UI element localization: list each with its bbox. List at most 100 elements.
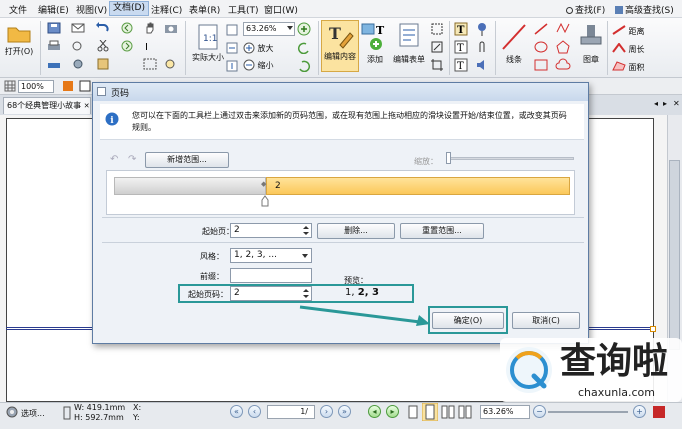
fit-page-icon[interactable] (226, 24, 238, 36)
range-redo-icon[interactable]: ↷ (128, 154, 136, 165)
menu-comment[interactable]: 注释(C) (151, 3, 182, 16)
zoom-in-plus-icon[interactable] (297, 22, 311, 36)
continuous-page-icon[interactable] (422, 403, 438, 421)
find-button[interactable]: 查找(F) (566, 3, 605, 16)
fit-visible-icon[interactable] (226, 60, 238, 72)
cloud-icon[interactable] (555, 58, 571, 72)
forward-icon[interactable] (120, 40, 134, 52)
edit-content-button[interactable]: T 编辑内容 (321, 20, 359, 72)
rectangle-icon[interactable] (533, 58, 549, 72)
tab-close-icon[interactable]: ✕ (673, 99, 680, 108)
scale-slider-track[interactable] (446, 157, 574, 160)
attach-icon[interactable] (475, 40, 489, 54)
menu-window[interactable]: 窗口(W) (264, 3, 298, 16)
scan-icon[interactable] (47, 58, 61, 70)
distance-button[interactable]: 距离 (612, 25, 645, 37)
find-doc-icon[interactable] (71, 40, 85, 52)
settings-icon[interactable] (71, 58, 85, 70)
spin-down-icon[interactable] (303, 295, 309, 298)
spin-down-icon[interactable] (303, 232, 309, 235)
line-color-icon[interactable] (79, 80, 91, 92)
zoom-out-button[interactable]: 缩小 (243, 59, 274, 71)
lines-button[interactable]: 线条 (499, 22, 529, 65)
selection-handle[interactable] (650, 326, 656, 332)
cancel-button[interactable]: 取消(C) (512, 312, 580, 329)
zoom-in-circle-icon[interactable]: + (633, 405, 646, 418)
delete-button[interactable]: 删除... (317, 223, 395, 239)
paste-icon[interactable] (96, 58, 110, 70)
crop-icon[interactable] (430, 58, 444, 72)
pin-icon[interactable] (475, 22, 489, 36)
textbox-icon[interactable]: T (454, 40, 468, 54)
range-slider-handle-icon[interactable] (261, 195, 269, 207)
new-range-button[interactable]: 新增范围... (145, 152, 229, 168)
polygon-icon[interactable] (555, 40, 571, 54)
callout-icon[interactable]: T (454, 58, 468, 72)
options-button[interactable]: 选项... (21, 408, 45, 419)
stamp-button[interactable]: 图章 (576, 22, 606, 65)
rotate-right-icon[interactable] (297, 60, 311, 72)
add-button[interactable]: T 添加 (361, 22, 389, 65)
last-page-icon[interactable]: » (338, 405, 351, 418)
gear-icon[interactable] (6, 406, 18, 418)
rotate-left-icon[interactable] (297, 42, 311, 54)
spin-up-icon[interactable] (303, 289, 309, 292)
document-tab[interactable]: 68个经典管理小故事 ✕ (3, 97, 91, 114)
first-page-icon[interactable]: « (230, 405, 243, 418)
typewriter-icon[interactable]: T (454, 22, 468, 36)
menu-form[interactable]: 表单(R) (189, 3, 220, 16)
sound-icon[interactable] (475, 58, 489, 72)
previous-page-icon[interactable]: ‹ (248, 405, 261, 418)
toolbar-zoom-select[interactable]: 100% (18, 80, 54, 93)
prefix-input[interactable] (230, 268, 312, 283)
email-icon[interactable] (71, 22, 85, 34)
menu-document[interactable]: 文档(D) (109, 1, 149, 16)
zoom-slider-track[interactable] (548, 411, 628, 413)
page-number-input[interactable]: 1/ (267, 405, 315, 419)
menu-edit[interactable]: 编辑(E) (38, 3, 69, 16)
go-back-icon[interactable]: ◂ (368, 405, 381, 418)
close-icon[interactable]: ✕ (84, 102, 90, 110)
ok-button[interactable]: 确定(O) (432, 312, 504, 329)
arrow-shape-icon[interactable] (533, 22, 549, 36)
fit-width-icon[interactable] (226, 42, 238, 54)
area-button[interactable]: 面积 (612, 61, 645, 73)
loupe-icon[interactable] (164, 58, 178, 70)
statusbar-zoom-select[interactable]: 63.26% (480, 405, 530, 419)
range-segment-gray[interactable] (114, 177, 266, 195)
reset-range-button[interactable]: 重置范围... (400, 223, 484, 239)
perimeter-button[interactable]: 周长 (612, 42, 645, 55)
snapshot-icon[interactable] (164, 22, 178, 34)
menu-file[interactable]: 文件 (9, 3, 27, 16)
menu-tools[interactable]: 工具(T) (228, 3, 259, 16)
scroll-thumb[interactable] (669, 160, 680, 350)
start-page-input[interactable]: 2 (230, 223, 312, 238)
start-number-input[interactable]: 2 (230, 286, 312, 301)
object-select-icon[interactable] (430, 22, 444, 36)
hand-icon[interactable] (143, 22, 157, 34)
range-segment-active[interactable]: 2 (266, 177, 570, 195)
zoom-select[interactable]: 63.26% (243, 22, 295, 36)
actual-size-button[interactable]: 1:1 实际大小 (188, 24, 228, 63)
fill-color-icon[interactable] (62, 80, 74, 92)
save-icon[interactable] (47, 22, 61, 34)
menu-view[interactable]: 视图(V) (76, 3, 107, 16)
range-undo-icon[interactable]: ↶ (110, 154, 118, 165)
link-select-icon[interactable] (430, 40, 444, 54)
single-page-icon[interactable] (407, 405, 419, 419)
zoom-out-circle-icon[interactable]: − (533, 405, 546, 418)
go-forward-icon[interactable]: ▸ (386, 405, 399, 418)
select-text-icon[interactable]: I (143, 40, 157, 52)
back-icon[interactable] (120, 22, 134, 34)
zoom-in-button[interactable]: 放大 (243, 42, 274, 54)
tab-scroll-left-icon[interactable]: ◂ (654, 99, 658, 108)
style-select[interactable]: 1, 2, 3, ... (230, 248, 312, 263)
ellipse-icon[interactable] (533, 40, 549, 54)
print-icon[interactable] (47, 40, 61, 52)
facing-page-icon[interactable] (441, 405, 455, 419)
continuous-facing-icon[interactable] (458, 405, 472, 419)
open-button[interactable]: 打开(O) (4, 24, 34, 57)
spin-up-icon[interactable] (303, 226, 309, 229)
grid-icon[interactable] (4, 80, 16, 92)
edit-form-button[interactable]: 编辑表单 (392, 22, 426, 65)
